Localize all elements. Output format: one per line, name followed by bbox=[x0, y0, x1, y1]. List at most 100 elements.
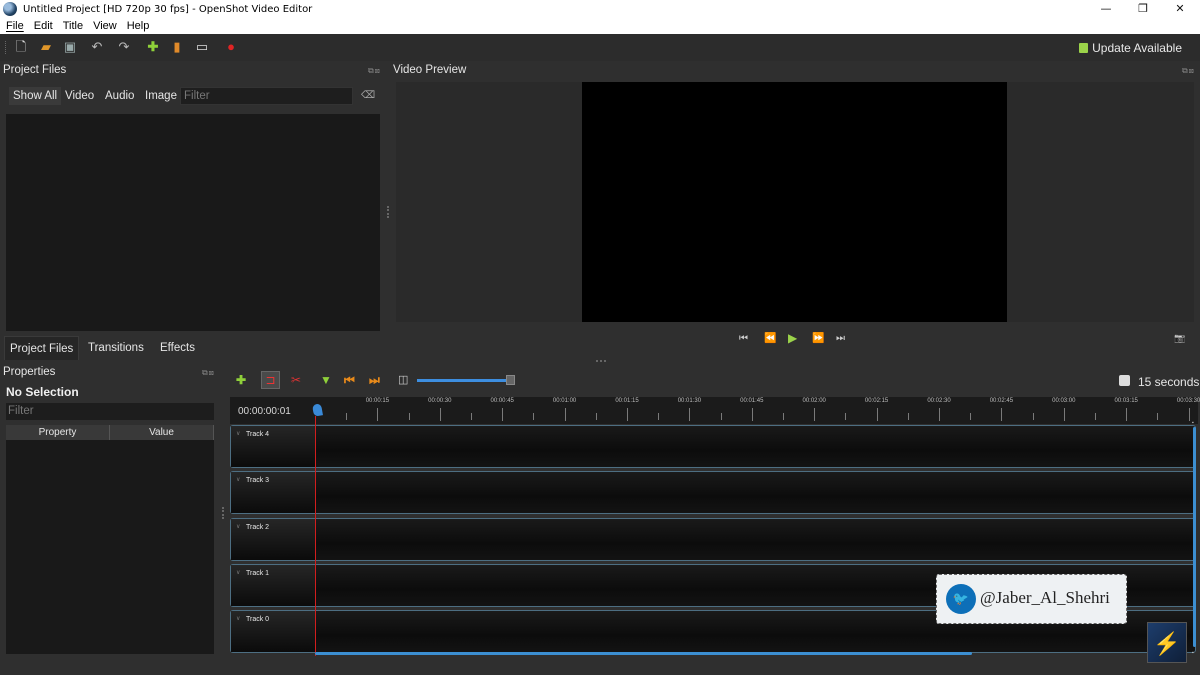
track-menu-icon[interactable]: ∨ bbox=[236, 430, 240, 437]
ruler-minor-tick bbox=[1032, 413, 1034, 420]
track-menu-icon[interactable]: ∨ bbox=[236, 476, 240, 483]
center-timeline-icon[interactable]: ◫ bbox=[398, 373, 408, 387]
column-property[interactable]: Property bbox=[6, 425, 110, 440]
track-name: Track 4 bbox=[246, 431, 270, 438]
track-name: Track 1 bbox=[246, 569, 270, 577]
filter-tab-video[interactable]: Video bbox=[65, 90, 94, 102]
filter-tab-show-all[interactable]: Show All bbox=[9, 87, 62, 105]
close-button[interactable]: ✕ bbox=[1161, 0, 1199, 18]
zoom-checkbox[interactable] bbox=[1119, 375, 1130, 386]
filter-tab-audio[interactable]: Audio bbox=[105, 90, 134, 102]
ruler-label: 00:03:15 bbox=[1114, 398, 1138, 404]
track-header[interactable]: ∨ Track 1 bbox=[231, 564, 316, 606]
properties-dock-buttons[interactable]: ⧉⊠ bbox=[202, 368, 215, 378]
ruler-minor-tick bbox=[845, 413, 847, 420]
next-marker-icon[interactable]: ⏭ bbox=[369, 373, 380, 387]
ruler-label: 00:03:30 bbox=[1176, 398, 1200, 404]
properties-title: Properties bbox=[3, 366, 56, 378]
project-files-list[interactable] bbox=[6, 114, 380, 331]
toolbar-grip[interactable] bbox=[5, 41, 7, 54]
track-header[interactable]: ∨ Track 0 bbox=[231, 611, 316, 653]
column-value[interactable]: Value bbox=[110, 425, 214, 440]
track-menu-icon[interactable]: ∨ bbox=[236, 569, 240, 576]
ruler-major-tick bbox=[627, 408, 628, 421]
ruler-minor-tick bbox=[471, 413, 472, 420]
ruler-major-tick bbox=[502, 408, 504, 421]
timeline-track[interactable]: ∨ Track 4 bbox=[230, 425, 1196, 468]
add-marker-icon[interactable]: ▼ bbox=[320, 373, 332, 387]
camera-icon[interactable]: 📷 bbox=[1174, 333, 1185, 344]
update-available-button[interactable]: Update Available bbox=[1079, 41, 1182, 55]
minimize-button[interactable]: — bbox=[1087, 0, 1125, 18]
ruler-minor-tick bbox=[1157, 413, 1159, 420]
splitter-handle-horizontal[interactable] bbox=[596, 360, 606, 362]
zoom-slider-handle[interactable] bbox=[506, 375, 516, 385]
export-video-icon[interactable]: ● bbox=[224, 40, 238, 54]
track-header[interactable]: ∨ Track 2 bbox=[231, 518, 316, 560]
razor-icon[interactable]: ✂ bbox=[291, 373, 301, 387]
menu-file[interactable]: File bbox=[0, 20, 28, 32]
import-files-icon[interactable]: ✚ bbox=[146, 40, 160, 54]
jump-end-icon[interactable]: ⏭ bbox=[836, 333, 845, 344]
ruler-label: 00:02:30 bbox=[927, 398, 951, 404]
clear-filter-icon[interactable]: ⌫ bbox=[361, 90, 375, 101]
menu-title[interactable]: Title bbox=[57, 20, 87, 32]
undo-icon[interactable]: ↶ bbox=[90, 40, 104, 54]
project-files-dock-buttons[interactable]: ⧉⊠ bbox=[368, 66, 381, 76]
splitter-handle[interactable] bbox=[387, 206, 390, 218]
snapping-icon[interactable]: ⊐ bbox=[261, 371, 280, 389]
track-header[interactable]: ∨ Track 4 bbox=[231, 426, 316, 467]
tab-effects[interactable]: Effects bbox=[155, 336, 200, 360]
ruler-major-tick bbox=[876, 408, 878, 421]
maximize-button[interactable]: ❐ bbox=[1124, 0, 1162, 18]
menu-view[interactable]: View bbox=[87, 20, 121, 32]
timeline-track[interactable]: ∨ Track 2 bbox=[230, 517, 1196, 561]
filter-tab-image[interactable]: Image bbox=[145, 90, 177, 102]
jump-start-icon[interactable]: ⏮ bbox=[739, 333, 748, 344]
video-preview-canvas[interactable] bbox=[582, 82, 1007, 322]
previous-marker-icon[interactable]: ⏮ bbox=[344, 373, 355, 387]
save-project-icon[interactable]: ▣ bbox=[63, 40, 77, 54]
playhead-line[interactable] bbox=[315, 416, 316, 656]
splitter-handle-vertical[interactable] bbox=[222, 507, 225, 519]
new-project-icon[interactable]: 🗋 bbox=[14, 40, 28, 54]
choose-profile-icon[interactable]: ▮ bbox=[170, 40, 184, 54]
track-header[interactable]: ∨ Track 3 bbox=[231, 472, 316, 514]
lightning-logo-icon: ⚡ bbox=[1147, 622, 1187, 663]
vertical-scrollbar[interactable] bbox=[1193, 427, 1196, 647]
ruler-label: 00:01:45 bbox=[740, 398, 764, 404]
ruler-minor-tick bbox=[720, 413, 722, 420]
ruler-label: 00:03:00 bbox=[1052, 398, 1076, 404]
twitter-bird-icon: 🐦 bbox=[946, 584, 976, 614]
properties-table[interactable] bbox=[6, 440, 214, 654]
ruler-label: 00:02:15 bbox=[864, 398, 889, 404]
rewind-icon[interactable]: ⏪ bbox=[764, 333, 776, 344]
ruler-minor-tick bbox=[533, 413, 535, 420]
horizontal-scrollbar[interactable] bbox=[315, 652, 972, 655]
track-name: Track 3 bbox=[246, 477, 270, 485]
fast-forward-icon[interactable]: ⏩ bbox=[812, 333, 824, 344]
track-menu-icon[interactable]: ∨ bbox=[236, 615, 240, 622]
ruler-label: 00:02:45 bbox=[989, 398, 1014, 404]
ruler-label: 00:00:30 bbox=[428, 398, 452, 404]
ruler-major-tick bbox=[814, 408, 816, 421]
ruler-label: 00:01:30 bbox=[677, 398, 702, 404]
redo-icon[interactable]: ↷ bbox=[117, 40, 131, 54]
tab-transitions[interactable]: Transitions bbox=[83, 336, 149, 360]
menu-help[interactable]: Help bbox=[121, 20, 154, 32]
fullscreen-icon[interactable]: ▭ bbox=[195, 40, 209, 54]
project-files-filter-input[interactable]: Filter bbox=[180, 87, 353, 105]
properties-filter-input[interactable]: Filter bbox=[6, 403, 214, 420]
ruler-major-tick bbox=[1001, 408, 1003, 421]
preview-dock-buttons[interactable]: ⧉⊠ bbox=[1182, 66, 1195, 76]
open-project-icon[interactable]: ▰ bbox=[39, 40, 53, 54]
ruler-major-tick bbox=[1126, 408, 1128, 421]
ruler-label: 00:00:45 bbox=[490, 398, 514, 404]
ruler-minor-tick bbox=[907, 413, 909, 420]
tab-project-files[interactable]: Project Files bbox=[4, 336, 80, 360]
play-icon[interactable]: ▶ bbox=[788, 331, 797, 345]
timeline-track[interactable]: ∨ Track 3 bbox=[230, 471, 1196, 515]
add-track-icon[interactable]: ✚ bbox=[236, 373, 246, 387]
menu-edit[interactable]: Edit bbox=[28, 20, 57, 32]
track-menu-icon[interactable]: ∨ bbox=[236, 523, 240, 530]
